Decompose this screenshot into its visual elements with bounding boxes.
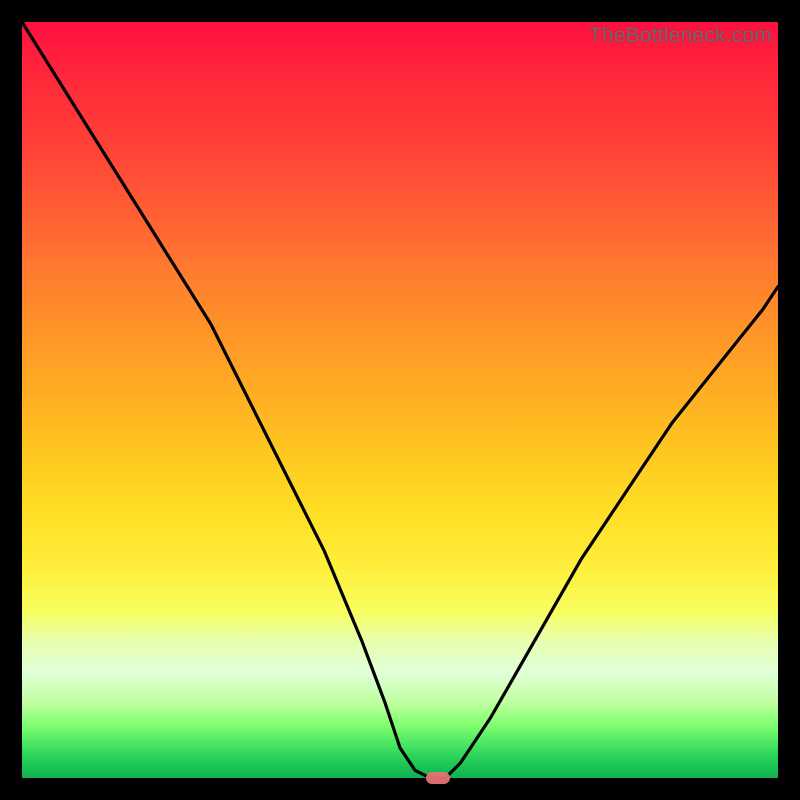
bottleneck-curve — [22, 22, 778, 778]
optimum-marker — [426, 772, 450, 784]
chart-frame: TheBottleneck.com — [0, 0, 800, 800]
plot-area: TheBottleneck.com — [22, 22, 778, 778]
watermark-text: TheBottleneck.com — [589, 24, 772, 48]
